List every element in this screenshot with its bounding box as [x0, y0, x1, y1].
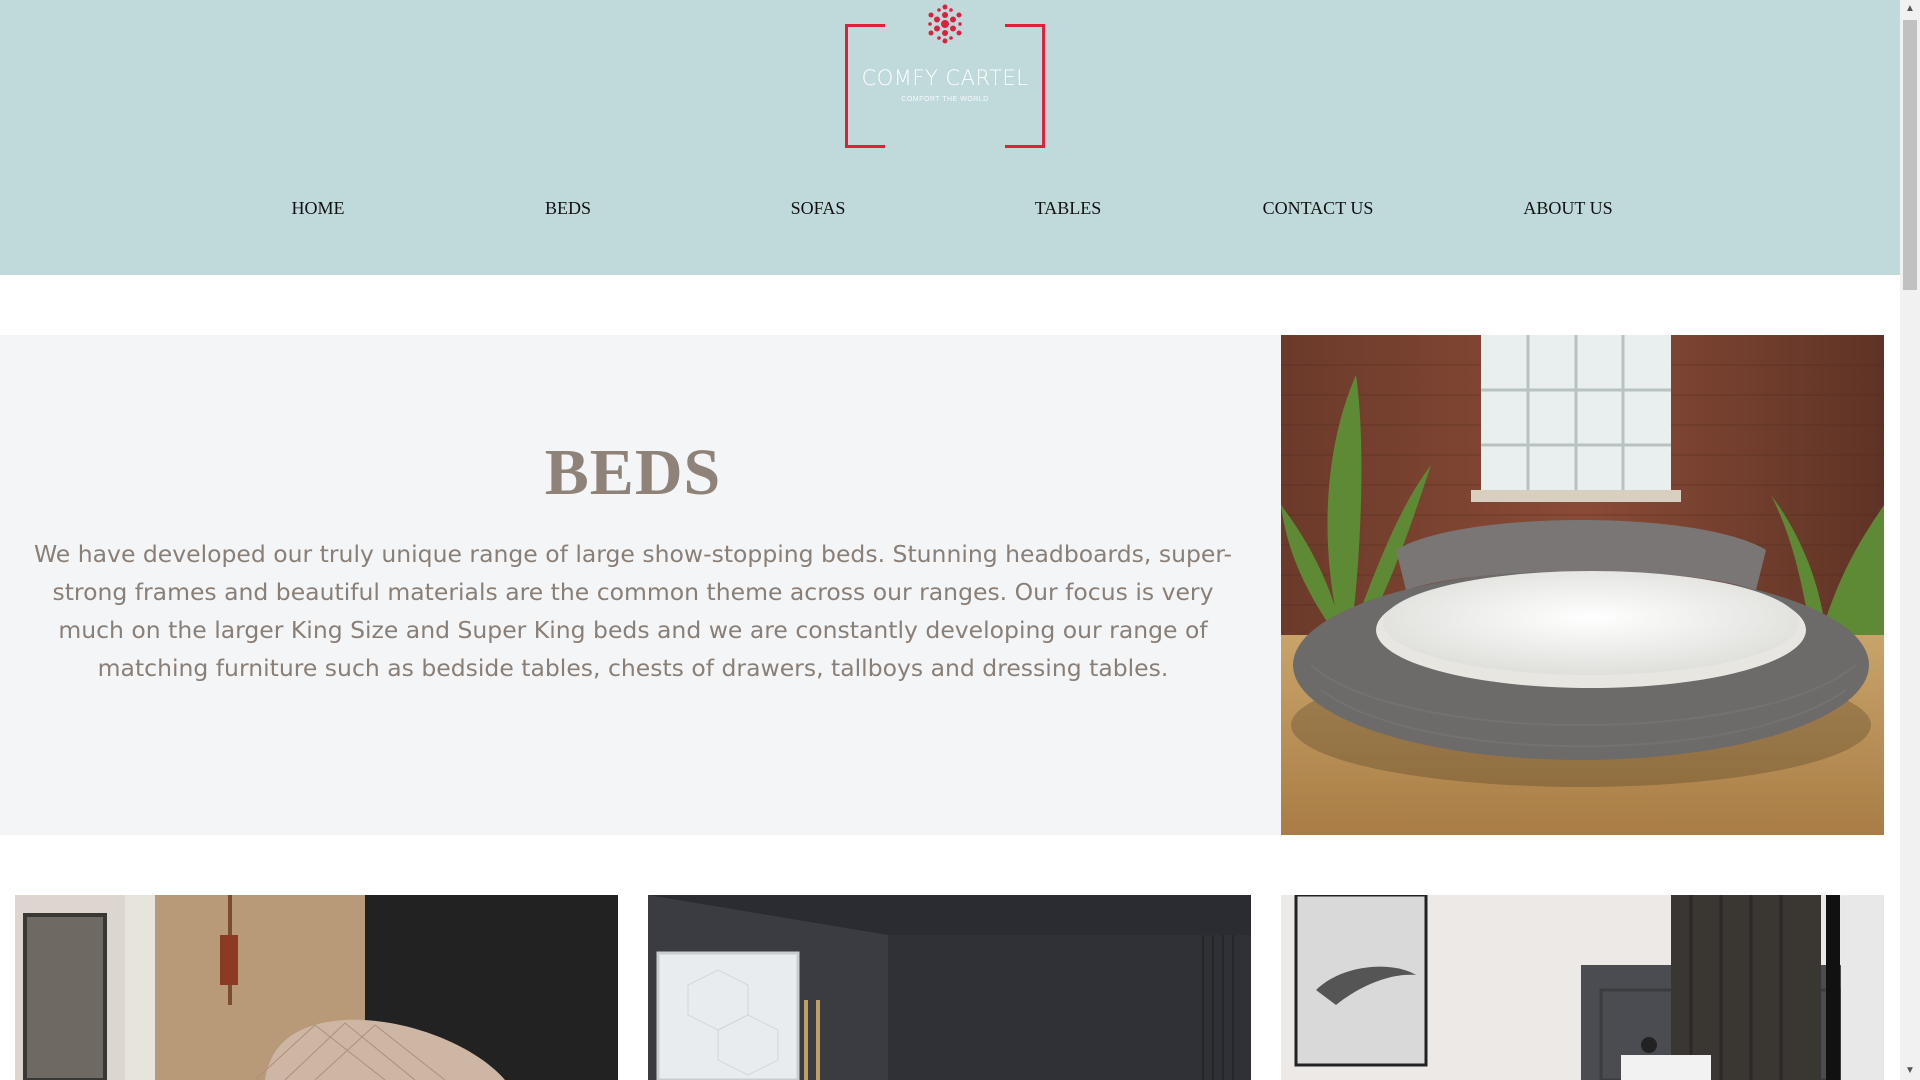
scroll-down-arrow-icon[interactable]: ▼: [1900, 1062, 1920, 1080]
round-bed-photo: [1281, 335, 1884, 835]
beds-hero-section: BEDS We have developed our truly unique …: [0, 335, 1281, 835]
nav-item-tables[interactable]: TABLES: [943, 198, 1193, 219]
nav-item-sofas[interactable]: SOFAS: [693, 198, 943, 219]
logo-brand-name: COMFY CARTEL: [861, 66, 1029, 90]
logo-tagline: COMFORT THE WORLD: [901, 96, 989, 103]
bedroom-photo-quilted-headboard-icon: [15, 895, 618, 1080]
nav-item-home[interactable]: HOME: [193, 198, 443, 219]
scroll-up-arrow-icon[interactable]: ▲: [1900, 0, 1920, 18]
scrollbar-thumb[interactable]: [1903, 20, 1917, 290]
gallery-image-1[interactable]: [15, 895, 618, 1080]
hero-description: We have developed our truly unique range…: [33, 540, 1233, 682]
page-title: BEDS: [544, 436, 722, 509]
site-logo[interactable]: COMFY CARTEL COMFORT THE WORLD: [845, 0, 1045, 152]
bedroom-photo-grey-panelled-wall-icon: [1281, 895, 1884, 1080]
main-nav: HOME BEDS SOFAS TABLES CONTACT US ABOUT …: [0, 198, 1900, 228]
snowflake-emblem-icon: [928, 4, 962, 44]
nav-item-about-us[interactable]: ABOUT US: [1443, 198, 1693, 219]
bedroom-photo-dark-wardrobe-icon: [648, 895, 1251, 1080]
page-scrollbar[interactable]: ▲ ▼: [1900, 0, 1920, 1080]
nav-item-beds[interactable]: BEDS: [443, 198, 693, 219]
gallery-image-2[interactable]: [648, 895, 1251, 1080]
gallery-image-3[interactable]: [1281, 895, 1884, 1080]
nav-item-contact-us[interactable]: CONTACT US: [1193, 198, 1443, 219]
site-header: COMFY CARTEL COMFORT THE WORLD HOME BEDS…: [0, 0, 1900, 275]
